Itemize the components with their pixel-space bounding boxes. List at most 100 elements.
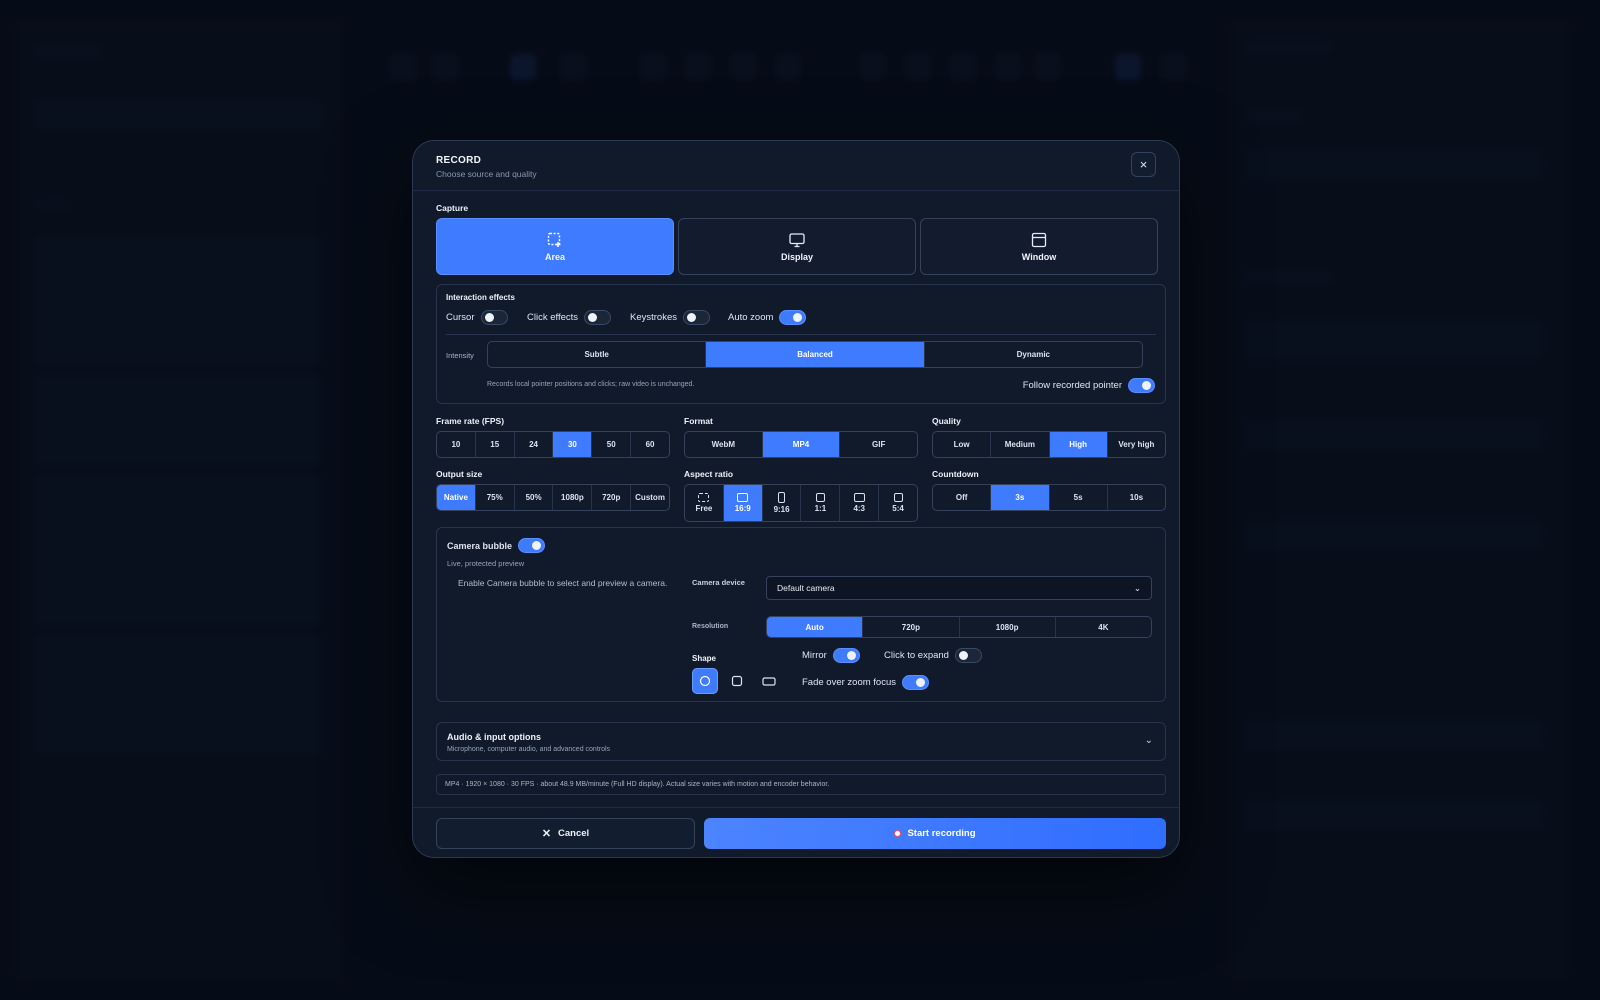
audio-options-sub: Microphone, computer audio, and advanced… <box>447 746 611 753</box>
fps-option[interactable]: 50 <box>592 432 632 457</box>
record-dialog: RECORD Choose source and quality × Captu… <box>412 140 1180 858</box>
format-label: Format <box>684 416 713 426</box>
capture-window-button[interactable]: Window <box>920 218 1158 275</box>
capture-display-label: Display <box>780 251 813 262</box>
intensity-selector: Subtle Balanced Dynamic <box>487 341 1143 368</box>
fps-option[interactable]: 10 <box>437 432 476 457</box>
fade-zoom-toggle[interactable] <box>902 675 929 690</box>
audio-options-title: Audio & input options <box>447 732 541 742</box>
camera-resolution-selector: Auto 720p 1080p 4K <box>766 616 1152 638</box>
camera-bubble-label: Camera bubble <box>447 540 513 551</box>
output-summary: MP4 · 1920 × 1080 · 30 FPS · about 48.9 … <box>436 774 1166 795</box>
shape-rectangle-button[interactable] <box>756 668 782 694</box>
click-effects-toggle-label: Click effects <box>527 312 579 323</box>
interaction-effects-panel: Interaction effects Cursor Click effects… <box>436 284 1166 404</box>
output-size-option[interactable]: 720p <box>592 485 632 510</box>
cursor-toggle-row: Cursor <box>446 310 508 325</box>
fade-zoom-label: Fade over zoom focus <box>802 677 896 688</box>
output-size-option[interactable]: 1080p <box>553 485 593 510</box>
intensity-label: Intensity <box>446 351 474 360</box>
fps-option[interactable]: 60 <box>631 432 669 457</box>
keystrokes-toggle[interactable] <box>683 310 710 325</box>
resolution-option-720p[interactable]: 720p <box>863 617 960 637</box>
follow-pointer-toggle[interactable] <box>1128 378 1155 393</box>
aspect-option-9-16[interactable]: 9:16 <box>763 485 802 521</box>
audio-options-expander[interactable]: Audio & input options Microphone, comput… <box>436 722 1166 761</box>
resolution-option-1080p[interactable]: 1080p <box>960 617 1056 637</box>
free-aspect-icon <box>698 493 710 502</box>
cursor-toggle-label: Cursor <box>446 312 475 323</box>
intensity-option-subtle[interactable]: Subtle <box>488 342 707 367</box>
quality-option-high[interactable]: High <box>1049 432 1108 457</box>
format-option-mp4[interactable]: MP4 <box>762 432 841 457</box>
resolution-option-4k[interactable]: 4K <box>1056 617 1151 637</box>
fps-option[interactable]: 15 <box>476 432 515 457</box>
aspect-option-4-3[interactable]: 4:3 <box>840 485 880 521</box>
cancel-button[interactable]: ✕ Cancel <box>436 818 695 849</box>
resolution-option-auto[interactable]: Auto <box>767 617 864 637</box>
format-option-webm[interactable]: WebM <box>685 432 763 457</box>
countdown-option-off[interactable]: Off <box>933 485 992 510</box>
landscape-icon <box>893 493 903 502</box>
quality-label: Quality <box>932 416 961 426</box>
output-size-option[interactable]: 75% <box>476 485 515 510</box>
camera-bubble-row: Camera bubble <box>447 538 546 553</box>
click-to-expand-toggle[interactable] <box>954 648 982 663</box>
output-size-option[interactable]: Native <box>437 485 476 510</box>
start-recording-label: Start recording <box>907 828 976 839</box>
camera-bubble-panel: Camera bubble Live, protected preview En… <box>436 527 1166 702</box>
shape-label: Shape <box>692 654 717 663</box>
fade-zoom-row: Fade over zoom focus <box>802 675 929 690</box>
start-recording-button[interactable]: Start recording <box>704 818 1166 849</box>
output-size-option[interactable]: 50% <box>515 485 554 510</box>
countdown-label: Countdown <box>932 469 979 479</box>
countdown-selector: Off 3s 5s 10s <box>932 484 1166 511</box>
keystrokes-toggle-label: Keystrokes <box>630 312 677 323</box>
aspect-option-free[interactable]: Free <box>685 485 724 521</box>
capture-area-button[interactable]: Area <box>436 218 674 275</box>
aspect-option-label: 1:1 <box>814 504 827 513</box>
intensity-option-balanced[interactable]: Balanced <box>706 342 925 367</box>
camera-device-select[interactable]: Default camera ⌄ <box>766 576 1152 600</box>
aspect-option-1-1[interactable]: 1:1 <box>801 485 841 521</box>
aspect-option-label: 4:3 <box>853 504 865 513</box>
countdown-option-3s[interactable]: 3s <box>991 485 1050 510</box>
capture-area-label: Area <box>544 251 565 262</box>
cursor-toggle[interactable] <box>480 310 508 325</box>
output-size-selector: Native 75% 50% 1080p 720p Custom <box>436 484 670 511</box>
fps-option[interactable]: 30 <box>553 432 593 457</box>
interaction-effects-label: Interaction effects <box>446 293 515 302</box>
capture-display-button[interactable]: Display <box>678 218 916 275</box>
camera-hint: Enable Camera bubble to select and previ… <box>458 578 668 588</box>
frame-rate-label: Frame rate (FPS) <box>436 416 505 426</box>
aspect-option-16-9[interactable]: 16:9 <box>723 485 763 521</box>
auto-zoom-toggle-row: Auto zoom <box>728 310 807 325</box>
countdown-option-10s[interactable]: 10s <box>1108 485 1165 510</box>
aspect-option-label: 9:16 <box>773 505 790 514</box>
countdown-option-5s[interactable]: 5s <box>1050 485 1108 510</box>
output-size-option[interactable]: Custom <box>631 485 669 510</box>
output-size-label: Output size <box>436 469 483 479</box>
close-button[interactable]: × <box>1131 152 1156 177</box>
aspect-option-5-4[interactable]: 5:4 <box>879 485 917 521</box>
keystrokes-toggle-row: Keystrokes <box>630 310 710 325</box>
quality-option-medium[interactable]: Medium <box>991 432 1050 457</box>
mirror-toggle[interactable] <box>832 648 860 663</box>
camera-bubble-toggle[interactable] <box>518 538 546 553</box>
intensity-option-dynamic[interactable]: Dynamic <box>925 342 1142 367</box>
aspect-option-label: 16:9 <box>734 504 751 513</box>
format-option-gif[interactable]: GIF <box>840 432 917 457</box>
shape-rounded-square-button[interactable] <box>724 668 750 694</box>
shape-circle-button[interactable] <box>692 668 718 694</box>
footer-divider <box>413 807 1179 808</box>
chevron-down-icon: ⌄ <box>1133 582 1141 593</box>
quality-option-very-high[interactable]: Very high <box>1108 432 1165 457</box>
fps-option[interactable]: 24 <box>515 432 554 457</box>
click-to-expand-row: Click to expand <box>884 648 982 663</box>
aspect-ratio-label: Aspect ratio <box>684 469 734 479</box>
resolution-label: Resolution <box>692 623 729 630</box>
quality-option-low[interactable]: Low <box>933 432 992 457</box>
click-effects-toggle[interactable] <box>584 310 612 325</box>
camera-bubble-sub: Live, protected preview <box>447 559 525 568</box>
auto-zoom-toggle[interactable] <box>779 310 807 325</box>
